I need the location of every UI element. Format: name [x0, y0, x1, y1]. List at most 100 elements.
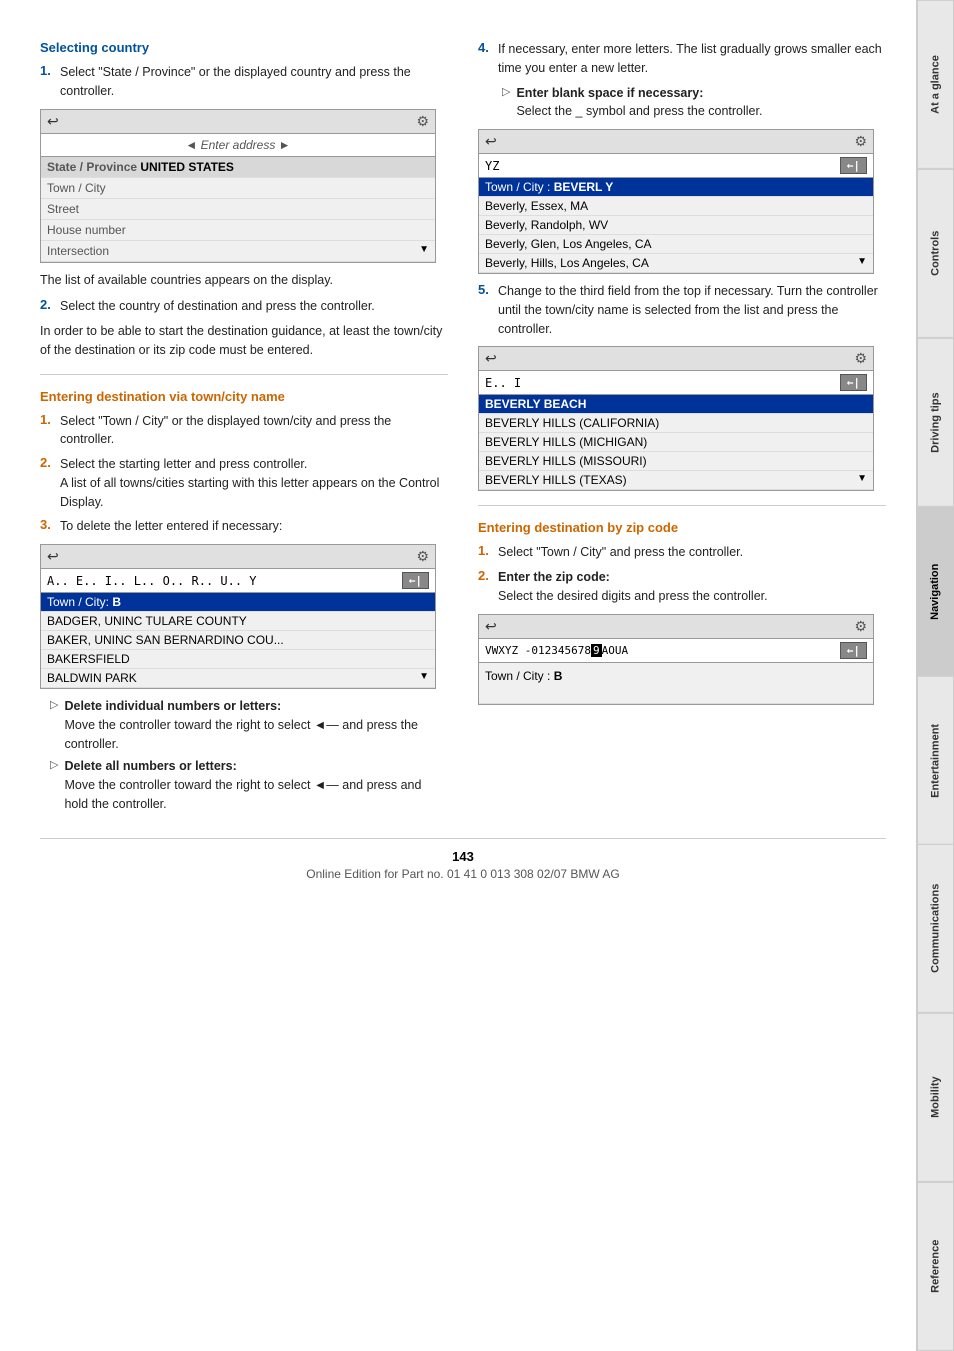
keyboard-row-4: E.. I ←| — [479, 371, 873, 395]
nav-box-header-4: ↩ ⚙ — [479, 347, 873, 371]
nav-box-header-1: ↩ ⚙ — [41, 110, 435, 134]
town-city-selected-row: Town / City: B — [41, 593, 435, 612]
bullet-arrow-1: ▷ — [50, 698, 58, 753]
step2-item: 2. Select the country of destination and… — [40, 297, 448, 316]
selecting-country-heading: Selecting country — [40, 40, 448, 55]
step5-num: 5. — [478, 282, 492, 338]
divider-1 — [40, 374, 448, 375]
step2-num: 2. — [40, 297, 54, 316]
baker-row: BAKER, UNINC SAN BERNARDINO COU... — [41, 631, 435, 650]
step4-item: 4. If necessary, enter more letters. The… — [478, 40, 886, 78]
zip-step2-title: Enter the zip code: — [498, 570, 610, 584]
tab-reference[interactable]: Reference — [917, 1182, 954, 1351]
enter-btn-2: ←| — [402, 572, 429, 589]
nav-box-beverly: ↩ ⚙ E.. I ←| BEVERLY BEACH BEVERLY HILLS… — [478, 346, 874, 491]
enter-btn-3: ←| — [840, 157, 867, 174]
bullet-blank-space: ▷ Enter blank space if necessary: Select… — [492, 84, 886, 122]
back-icon-1: ↩ — [47, 113, 59, 130]
town-step1-item: 1. Select "Town / City" or the displayed… — [40, 412, 448, 450]
country-para1: The list of available countries appears … — [40, 271, 448, 290]
beverly-hills-tx-row: BEVERLY HILLS (TEXAS) ▼ — [479, 471, 873, 490]
beverly-essex-row: Beverly, Essex, MA — [479, 197, 873, 216]
tab-navigation[interactable]: Navigation — [917, 507, 954, 676]
nav-box-town: ↩ ⚙ A.. E.. I.. L.. O.. R.. U.. Y ←| Tow… — [40, 544, 436, 689]
zip-step1-num: 1. — [478, 543, 492, 562]
entering-town-section: Entering destination via town/city name … — [40, 389, 448, 814]
state-label: State / Province — [47, 160, 137, 174]
tab-at-a-glance[interactable]: At a glance — [917, 0, 954, 169]
beverly-randolph-row: Beverly, Randolph, WV — [479, 216, 873, 235]
zip-step1-item: 1. Select "Town / City" and press the co… — [478, 543, 886, 562]
town-step1-text: Select "Town / City" or the displayed to… — [60, 412, 448, 450]
blank-space-text: Select the _ symbol and press the contro… — [516, 104, 762, 118]
page-number: 143 — [40, 849, 886, 864]
town-step2-note: A list of all towns/cities starting with… — [60, 476, 439, 509]
beverly-beach-row: BEVERLY BEACH — [479, 395, 873, 414]
bullet2-item: ▷ Delete all numbers or letters: Move th… — [40, 757, 448, 813]
bullet1-item: ▷ Delete individual numbers or letters: … — [40, 697, 448, 753]
town-step3-text: To delete the letter entered if necessar… — [60, 517, 282, 536]
step2-text: Select the country of destination and pr… — [60, 297, 375, 316]
entering-zip-heading: Entering destination by zip code — [478, 520, 886, 535]
entering-zip-section: Entering destination by zip code 1. Sele… — [478, 520, 886, 704]
back-icon-2: ↩ — [47, 548, 59, 565]
settings-icon-2: ⚙ — [416, 548, 429, 565]
bullet2-title: Delete all numbers or letters: — [64, 759, 236, 773]
step4-text: If necessary, enter more letters. The li… — [498, 42, 882, 75]
back-icon-4: ↩ — [485, 350, 497, 367]
footer-text: Online Edition for Part no. 01 41 0 013 … — [40, 867, 886, 881]
step1-text: Select "State / Province" or the display… — [60, 63, 448, 101]
enter-btn-4: ←| — [840, 374, 867, 391]
settings-icon-3: ⚙ — [854, 133, 867, 150]
step1-num: 1. — [40, 63, 54, 101]
town-step3-num: 3. — [40, 517, 54, 536]
settings-icon-1: ⚙ — [416, 113, 429, 130]
bullet-arrow-3: ▷ — [502, 85, 510, 122]
bullet2-text: Move the controller toward the right to … — [64, 778, 421, 811]
nav-box-beverl: ↩ ⚙ YZ ←| Town / City : BEVERL Y Beverly… — [478, 129, 874, 274]
sidebar-tabs: At a glance Controls Driving tips Naviga… — [916, 0, 954, 1351]
town-step3-item: 3. To delete the letter entered if neces… — [40, 517, 448, 536]
step5-text: Change to the third field from the top i… — [498, 282, 886, 338]
step4-section: 4. If necessary, enter more letters. The… — [478, 40, 886, 491]
town-step2-num: 2. — [40, 455, 54, 511]
zip-step2-text: Select the desired digits and press the … — [498, 589, 768, 603]
zip-step1-text: Select "Town / City" and press the contr… — [498, 543, 743, 562]
bullet1-text: Move the controller toward the right to … — [64, 718, 418, 751]
blank-space-title: Enter blank space if necessary: — [516, 86, 703, 100]
settings-icon-5: ⚙ — [854, 618, 867, 635]
badger-row: BADGER, UNINC TULARE COUNTY — [41, 612, 435, 631]
keyboard-row-2: A.. E.. I.. L.. O.. R.. U.. Y ←| — [41, 569, 435, 593]
enter-btn-5: ←| — [840, 642, 867, 659]
nav-box-header-3: ↩ ⚙ — [479, 130, 873, 154]
baldwin-row: BALDWIN PARK ▼ — [41, 669, 435, 688]
zip-step2-item: 2. Enter the zip code: Select the desire… — [478, 568, 886, 606]
step5-item: 5. Change to the third field from the to… — [478, 282, 886, 338]
page-footer: 143 Online Edition for Part no. 01 41 0 … — [40, 838, 886, 891]
entering-town-heading: Entering destination via town/city name — [40, 389, 448, 404]
tab-entertainment[interactable]: Entertainment — [917, 676, 954, 845]
tab-mobility[interactable]: Mobility — [917, 1013, 954, 1182]
beverly-hills-mo-row: BEVERLY HILLS (MISSOURI) — [479, 452, 873, 471]
nav-box-country: ↩ ⚙ ◄ Enter address ► State / Province U… — [40, 109, 436, 263]
town-step2-text: Select the starting letter and press con… — [60, 457, 307, 471]
nav-box-header-5: ↩ ⚙ — [479, 615, 873, 639]
back-icon-5: ↩ — [485, 618, 497, 635]
town-step1-num: 1. — [40, 412, 54, 450]
settings-icon-4: ⚙ — [854, 350, 867, 367]
nav-box-zip: ↩ ⚙ VWXYZ -0123456789AOUA ←| Town / City… — [478, 614, 874, 705]
tab-controls[interactable]: Controls — [917, 169, 954, 338]
beverly-glen-row: Beverly, Glen, Los Angeles, CA — [479, 235, 873, 254]
keyboard-row-5: VWXYZ -0123456789AOUA ←| — [479, 639, 873, 663]
state-value: UNITED STATES — [137, 160, 234, 174]
beverly-hills-ca-row: BEVERLY HILLS (CALIFORNIA) — [479, 414, 873, 433]
bullet-arrow-2: ▷ — [50, 758, 58, 813]
zip-town-row: Town / City : B — [479, 663, 873, 704]
tab-communications[interactable]: Communications — [917, 844, 954, 1013]
selecting-country-section: Selecting country 1. Select "State / Pro… — [40, 40, 448, 360]
keyboard-row-3: YZ ←| — [479, 154, 873, 178]
house-number-row-1: House number — [41, 220, 435, 241]
back-icon-3: ↩ — [485, 133, 497, 150]
tab-driving-tips[interactable]: Driving tips — [917, 338, 954, 507]
state-province-row: State / Province UNITED STATES — [41, 157, 435, 178]
